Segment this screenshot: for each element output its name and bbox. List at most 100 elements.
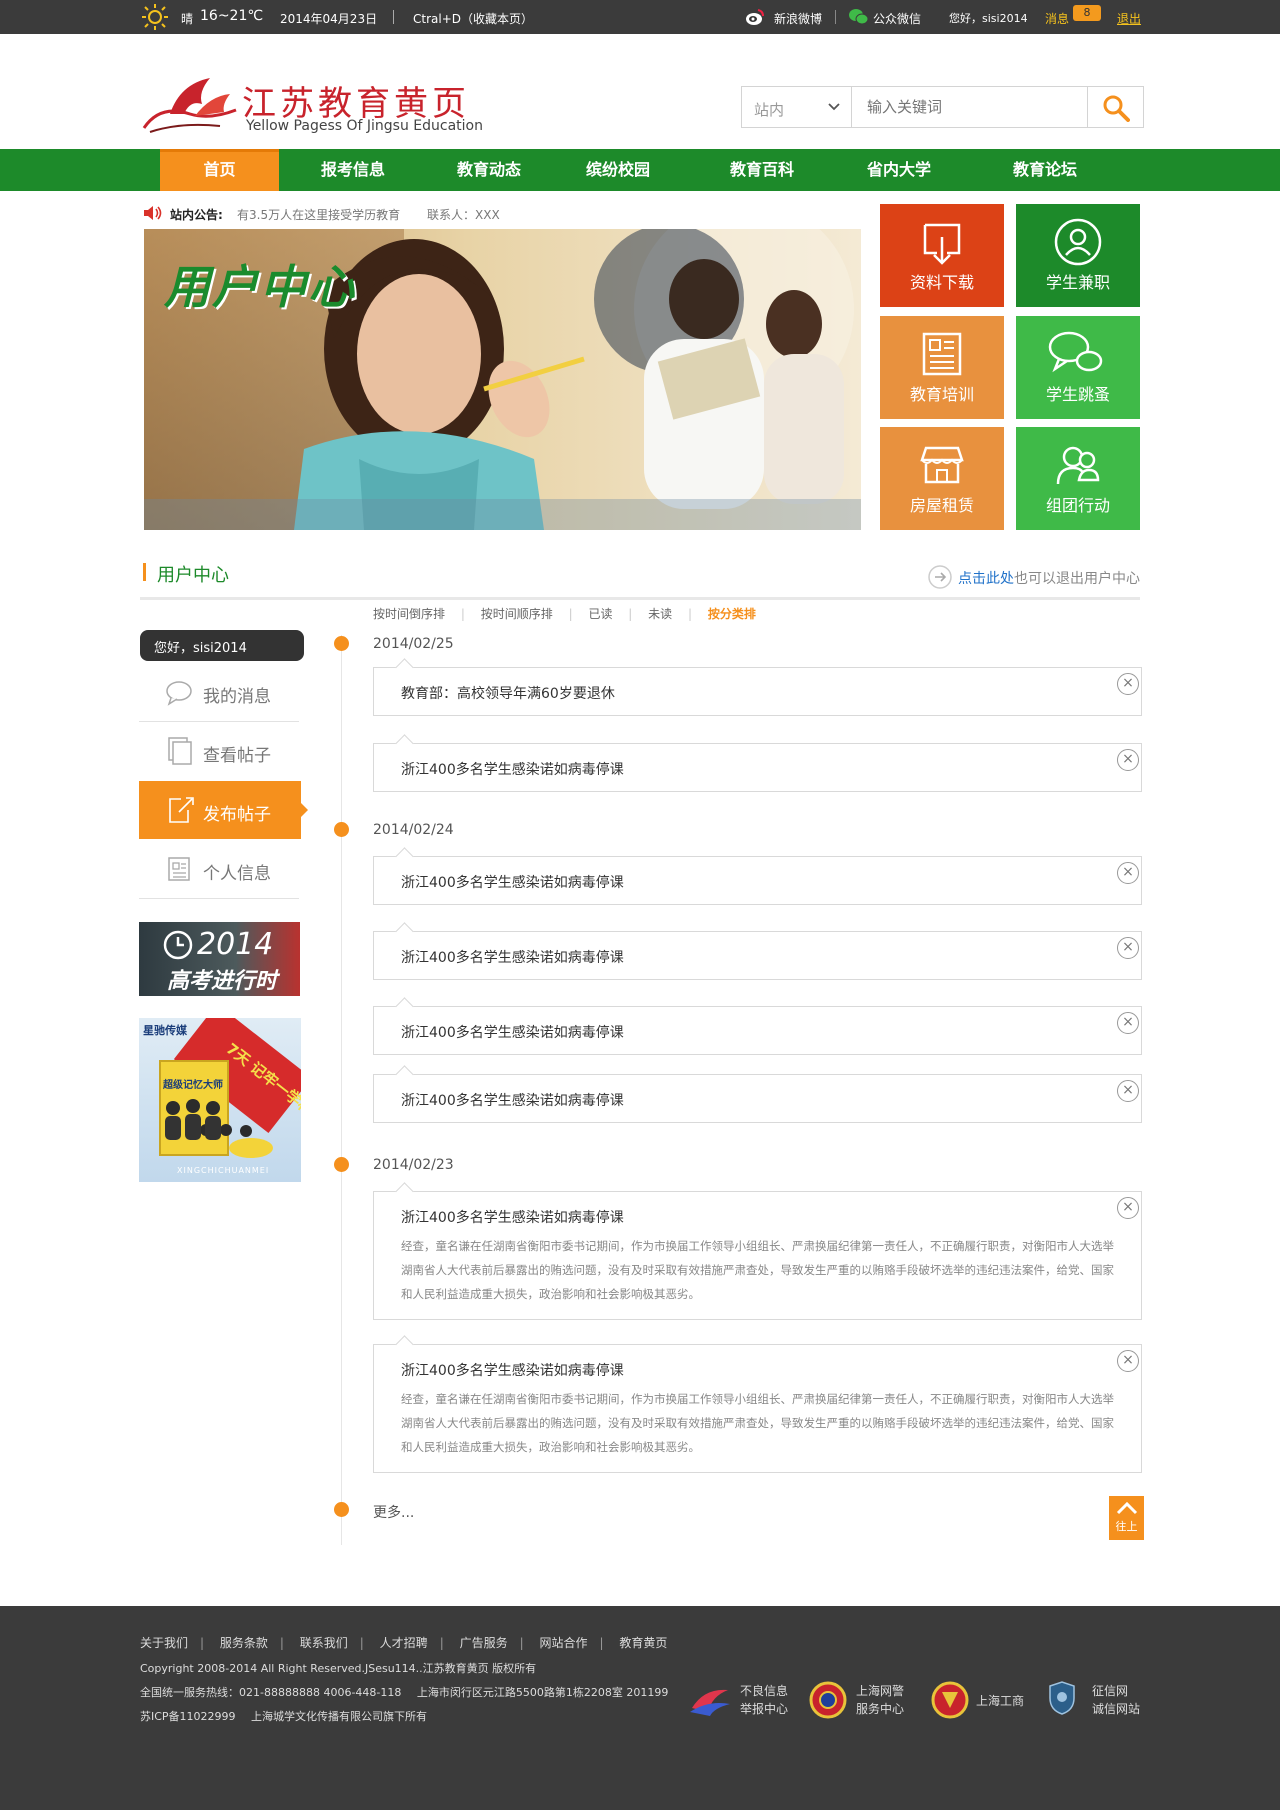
footer-link-yellow-pages[interactable]: 教育黄页 [619,1636,667,1650]
temperature: 16~21℃ [200,8,264,24]
tile-group-activities[interactable]: 组团行动 [1016,427,1140,530]
tile-flea-market[interactable]: 学生跳蚤 [1016,316,1140,419]
badge-label: 诚信网站 [1092,1702,1141,1716]
footer-link-terms[interactable]: 服务条款 [220,1636,268,1650]
filter-unread[interactable]: 未读 [648,607,672,621]
badge-industry-commerce[interactable]: 上海工商 [930,1680,1024,1723]
timeline-dot [334,822,349,837]
tile-training[interactable]: 教育培训 [880,316,1004,419]
tile-part-time-jobs[interactable]: 学生兼职 [1016,204,1140,307]
timeline-dot [334,1502,349,1517]
divider: | [568,607,573,621]
speaker-icon [144,206,162,220]
message-card[interactable]: 浙江400多名学生感染诺如病毒停课 × [373,931,1142,980]
speech-bubble-icon [166,681,192,706]
weibo-link[interactable]: 新浪微博 [774,10,822,27]
footer-company: 上海城学文化传播有限公司旗下所有 [251,1710,428,1723]
nav-edu-wiki[interactable]: 教育百科 [707,149,817,191]
police-badge-icon [809,1681,847,1719]
close-icon[interactable]: × [1117,1080,1139,1102]
logo-bird-icon [142,78,237,133]
message-card[interactable]: 浙江400多名学生感染诺如病毒停课 经查，童名谦在任湖南省衡阳市委书记期间，作为… [373,1191,1142,1320]
badge-cyber-police[interactable]: 上海网警 服务中心 [808,1680,904,1723]
message-title: 浙江400多名学生感染诺如病毒停课 [401,875,624,891]
sidebar-item-my-messages[interactable]: 我的消息 [139,663,301,721]
ad-gaokao[interactable]: 2014 高考进行时 [139,922,300,996]
credit-shield-icon [1049,1681,1075,1715]
close-icon[interactable]: × [1117,749,1139,771]
message-card[interactable]: 浙江400多名学生感染诺如病毒停课 × [373,856,1142,905]
message-card[interactable]: 浙江400多名学生感染诺如病毒停课 × [373,1074,1142,1123]
ad-memory-course[interactable]: 星驰传媒 包邮 7天 记牢一学科 超级记忆大师 XINGCHICHUANMEI [139,1018,301,1182]
tile-label: 资料下载 [909,273,974,292]
footer-link-contact[interactable]: 联系我们 [300,1636,348,1650]
top-bar: 晴 16~21℃ 2014年04月23日 Ctral+D（收藏本页） 新浪微博 … [0,0,1280,34]
ad-text: 高考进行时 [167,969,278,994]
nav-home[interactable]: 首页 [160,149,279,191]
bookmark-link[interactable]: Ctral+D（收藏本页） [413,10,533,27]
tile-housing[interactable]: 房屋租赁 [880,427,1004,530]
close-icon[interactable]: × [1117,1350,1139,1372]
message-card[interactable]: 浙江400多名学生感染诺如病毒停课 经查，童名谦在任湖南省衡阳市委书记期间，作为… [373,1344,1142,1473]
site-logo[interactable]: 江苏教育黄页 Yellow Pagess Of Jingsu Education [140,70,483,140]
sidebar-item-view-posts[interactable]: 查看帖子 [139,722,301,780]
close-icon[interactable]: × [1117,1012,1139,1034]
close-icon[interactable]: × [1117,1197,1139,1219]
filter-read[interactable]: 已读 [588,607,612,621]
timeline-date: 2014/02/25 [373,636,454,652]
sort-filter-bar: 按时间倒序排 | 按时间顺序排 | 已读 | 未读 | 按分类排 [373,605,756,622]
sidebar-item-label: 查看帖子 [203,746,271,766]
badge-report-center[interactable]: 不良信息 举报中心 [688,1682,788,1721]
logout-link[interactable]: 退出 [1117,10,1141,27]
tile-downloads[interactable]: 资料下载 [880,204,1004,307]
message-title: 教育部：高校领导年满60岁要退休 [401,686,615,702]
sidebar-item-profile[interactable]: 个人信息 [139,840,301,898]
wechat-icon [849,9,868,25]
message-card[interactable]: 教育部：高校领导年满60岁要退休 × [373,667,1142,716]
close-icon[interactable]: × [1117,937,1139,959]
nav-exam-info[interactable]: 报考信息 [298,149,408,191]
clock-icon [163,930,193,960]
messages-link[interactable]: 消息 [1045,10,1069,27]
industry-commerce-icon [931,1681,969,1719]
date: 2014年04月23日 [280,12,378,26]
filter-newest-first[interactable]: 按时间倒序排 [373,607,445,621]
footer-link-about[interactable]: 关于我们 [140,1636,188,1650]
badge-credit-site[interactable]: 征信网 诚信网站 [1046,1680,1140,1719]
notice-text: 有3.5万人在这里接受学历教育 [237,208,401,222]
search-button[interactable] [1087,87,1143,127]
divider [139,898,299,899]
message-title: 浙江400多名学生感染诺如病毒停课 [401,1025,624,1041]
tile-label: 房屋租赁 [909,496,974,515]
user-center-header: 用户中心 点击此处 也可以退出用户中心 [140,560,1140,600]
search-scope-select[interactable]: 站内 [742,87,852,127]
title-accent [143,563,146,581]
sun-icon [142,4,168,30]
wechat-link[interactable]: 公众微信 [873,10,921,27]
tile-label: 组团行动 [1045,496,1110,515]
sidebar-item-publish-post[interactable]: 发布帖子 [139,781,308,839]
nav-forum[interactable]: 教育论坛 [990,149,1100,191]
weibo-icon [746,9,764,25]
tile-label: 学生跳蚤 [1045,385,1110,404]
back-to-top-button[interactable]: 往上 [1109,1496,1144,1540]
footer-link-jobs[interactable]: 人才招聘 [380,1636,428,1650]
search-input[interactable] [853,87,1089,127]
filter-by-category[interactable]: 按分类排 [708,607,756,621]
close-icon[interactable]: × [1117,673,1139,695]
notice-label: 站内公告: [170,208,223,222]
nav-campus[interactable]: 缤纷校园 [563,149,673,191]
tile-label: 学生兼职 [1045,273,1110,292]
footer-link-ads[interactable]: 广告服务 [460,1636,508,1650]
message-card[interactable]: 浙江400多名学生感染诺如病毒停课 × [373,743,1142,792]
divider: | [460,607,465,621]
nav-universities[interactable]: 省内大学 [844,149,954,191]
badge-label: 服务中心 [856,1702,905,1716]
more-link[interactable]: 更多... [373,1502,414,1522]
nav-edu-news[interactable]: 教育动态 [434,149,544,191]
message-card[interactable]: 浙江400多名学生感染诺如病毒停课 × [373,1006,1142,1055]
exit-user-center-link[interactable]: 点击此处 [958,568,1014,588]
close-icon[interactable]: × [1117,862,1139,884]
filter-oldest-first[interactable]: 按时间顺序排 [481,607,553,621]
footer-link-partners[interactable]: 网站合作 [539,1636,587,1650]
